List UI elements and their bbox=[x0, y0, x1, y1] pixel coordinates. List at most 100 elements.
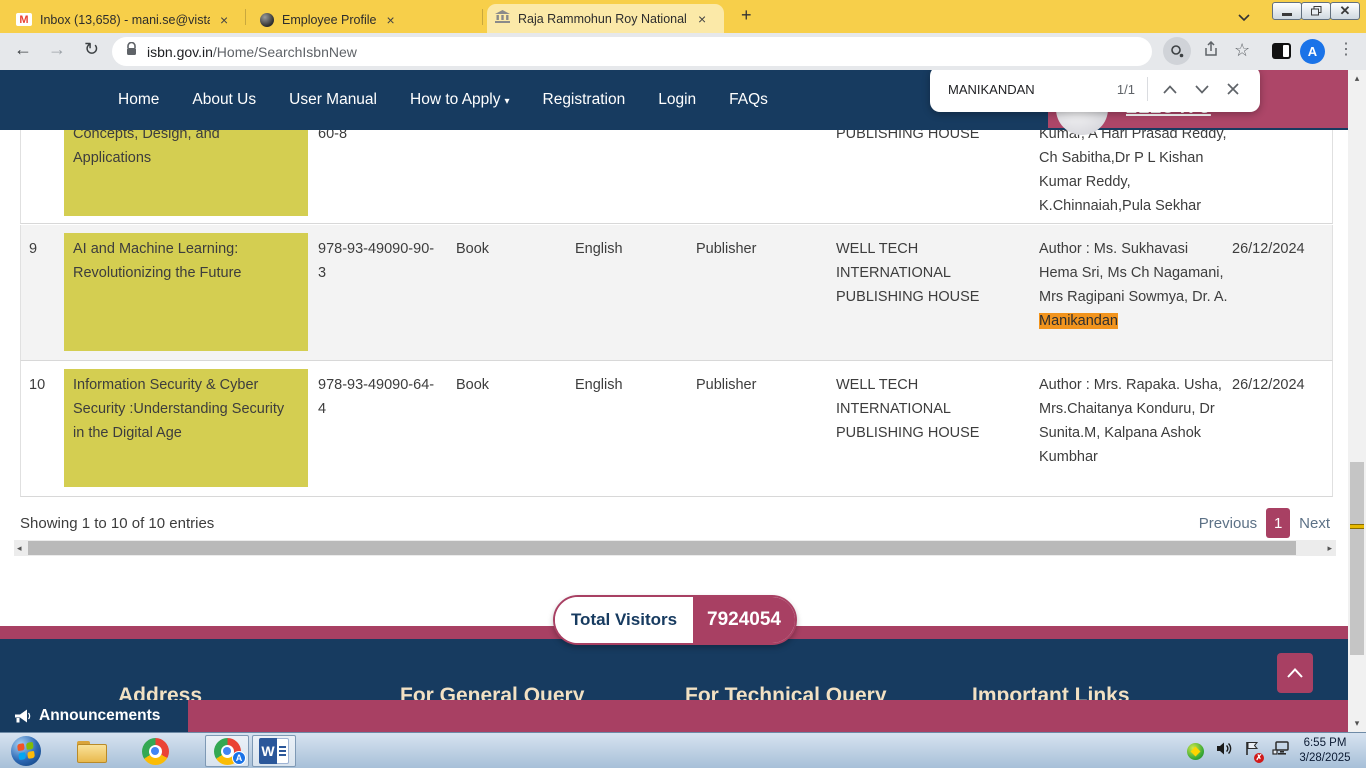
action-center-flag-icon[interactable]: ✗ bbox=[1245, 741, 1260, 761]
nav-item-login[interactable]: Login bbox=[658, 91, 696, 109]
scroll-left-arrow[interactable]: ◂ bbox=[17, 543, 22, 554]
nav-item-about-us[interactable]: About Us bbox=[192, 91, 256, 109]
vertical-scrollbar-thumb[interactable] bbox=[1350, 462, 1364, 655]
minimize-button[interactable] bbox=[1272, 2, 1302, 20]
chrome-button[interactable] bbox=[138, 736, 172, 766]
globe-icon bbox=[260, 13, 274, 27]
file-explorer-button[interactable] bbox=[74, 736, 108, 766]
lens-icon bbox=[1170, 44, 1184, 58]
find-next-button[interactable] bbox=[1186, 79, 1218, 100]
pagination: Previous 1 Next bbox=[1199, 508, 1330, 538]
pagination-previous[interactable]: Previous bbox=[1199, 515, 1257, 532]
address-bar[interactable]: isbn.gov.in/Home/SearchIsbnNew bbox=[112, 37, 1152, 66]
lens-search-button[interactable] bbox=[1163, 37, 1191, 65]
tab-isbn-active[interactable]: Raja Rammohun Roy National Ag × bbox=[487, 4, 724, 33]
find-input[interactable]: MANIKANDAN bbox=[948, 82, 1117, 97]
total-visitors-count: 7924054 bbox=[693, 597, 795, 643]
clock-date: 3/28/2025 bbox=[1292, 751, 1358, 766]
scroll-up-arrow[interactable]: ▴ bbox=[1348, 73, 1366, 84]
word-icon: W bbox=[259, 738, 289, 764]
cell-date: 26/12/2024 bbox=[1232, 237, 1327, 261]
forward-button[interactable]: → bbox=[48, 39, 66, 60]
windows-logo-icon bbox=[11, 736, 41, 766]
cell-isbn: 978-93-49090-64-4 bbox=[318, 373, 440, 421]
total-visitors-label: Total Visitors bbox=[555, 597, 693, 643]
new-tab-button[interactable]: + bbox=[741, 5, 752, 26]
tab-gmail[interactable]: M Inbox (13,658) - mani.se@vistas.a × bbox=[8, 6, 240, 33]
cell-authors: Author : Ms. Sukhavasi Hema Sri, Ms Ch N… bbox=[1039, 237, 1229, 333]
back-button[interactable]: ← bbox=[14, 39, 32, 60]
table-row: 10 Information Security & Cyber Security… bbox=[20, 361, 1333, 497]
table-info: Showing 1 to 10 of 10 entries bbox=[20, 515, 214, 532]
tab-separator bbox=[482, 9, 483, 25]
error-badge: ✗ bbox=[1254, 753, 1264, 763]
cell-authors: Kumar, A Hari Prasad Reddy, Ch Sabitha,D… bbox=[1039, 122, 1229, 218]
megaphone-icon bbox=[14, 709, 31, 724]
cell-date: 26/12/2024 bbox=[1232, 373, 1327, 397]
cell-type: Book bbox=[456, 373, 556, 397]
scroll-right-arrow[interactable]: ▸ bbox=[1327, 543, 1332, 554]
side-panel-button[interactable] bbox=[1272, 43, 1291, 59]
chrome-profile-window-button[interactable]: A bbox=[205, 735, 249, 767]
network-icon[interactable] bbox=[1272, 741, 1290, 761]
word-window-button[interactable]: W bbox=[252, 735, 296, 767]
clock-time: 6:55 PM bbox=[1292, 736, 1358, 751]
announcements-ticker bbox=[188, 700, 1348, 732]
nav-item-how-to-apply[interactable]: How to Apply▾ bbox=[410, 91, 510, 109]
chevron-up-icon bbox=[1163, 85, 1177, 94]
windows-taskbar: A W ✗ 6:55 PM 3/28/2025 bbox=[0, 732, 1366, 768]
find-match-marker bbox=[1350, 524, 1364, 529]
cell-publisher: WELL TECH INTERNATIONAL PUBLISHING HOUSE bbox=[836, 373, 1031, 445]
tab-title: Employee Profile bbox=[282, 13, 377, 27]
taskbar-clock[interactable]: 6:55 PM 3/28/2025 bbox=[1292, 736, 1358, 766]
gmail-icon: M bbox=[16, 13, 32, 26]
nav-item-user-manual[interactable]: User Manual bbox=[289, 91, 377, 109]
cell-authors: Author : Mrs. Rapaka. Usha, Mrs.Chaitany… bbox=[1039, 373, 1229, 469]
browser-tab-strip: M Inbox (13,658) - mani.se@vistas.a × Em… bbox=[0, 0, 1366, 33]
restore-icon bbox=[1311, 6, 1322, 16]
nav-item-registration[interactable]: Registration bbox=[543, 91, 626, 109]
start-button[interactable] bbox=[10, 736, 42, 766]
tab-close-icon[interactable]: × bbox=[696, 12, 708, 26]
window-controls: ✕ bbox=[1273, 2, 1360, 20]
cell-row-number: 9 bbox=[29, 237, 63, 261]
system-tray: ✗ bbox=[1187, 733, 1290, 769]
cell-applicant-type: Publisher bbox=[696, 237, 816, 261]
profile-avatar[interactable]: A bbox=[1300, 39, 1325, 64]
vertical-scrollbar: ▴ ▾ bbox=[1348, 70, 1366, 732]
antivirus-tray-icon[interactable] bbox=[1187, 743, 1204, 760]
announcements-bar: Announcements bbox=[0, 700, 1348, 732]
reload-button[interactable]: ↻ bbox=[84, 39, 99, 60]
cell-title: Information Security & Cyber Security :U… bbox=[73, 373, 299, 445]
nav-item-home[interactable]: Home bbox=[118, 91, 159, 109]
close-icon bbox=[1227, 83, 1239, 95]
tab-close-icon[interactable]: × bbox=[385, 13, 397, 27]
kebab-menu-icon[interactable]: ⋮ bbox=[1338, 39, 1354, 59]
divider bbox=[1147, 77, 1148, 101]
volume-icon[interactable] bbox=[1216, 741, 1233, 761]
tab-search-chevron-icon[interactable] bbox=[1238, 9, 1250, 27]
scroll-down-arrow[interactable]: ▾ bbox=[1348, 718, 1366, 729]
horizontal-scrollbar-thumb[interactable] bbox=[28, 541, 1296, 555]
tab-separator bbox=[245, 9, 246, 25]
nav-item-faqs[interactable]: FAQs bbox=[729, 91, 768, 109]
find-previous-button[interactable] bbox=[1154, 79, 1186, 100]
pagination-page-1[interactable]: 1 bbox=[1266, 508, 1290, 538]
cell-isbn: 978-93-49090-90-3 bbox=[318, 237, 440, 285]
horizontal-scrollbar: ◂ ▸ bbox=[14, 540, 1336, 556]
bookmark-star-icon[interactable]: ☆ bbox=[1234, 40, 1250, 61]
find-bar: MANIKANDAN 1/1 bbox=[930, 66, 1260, 112]
tab-close-icon[interactable]: × bbox=[218, 13, 230, 27]
back-to-top-button[interactable] bbox=[1277, 653, 1313, 693]
share-button[interactable] bbox=[1203, 41, 1219, 62]
pagination-next[interactable]: Next bbox=[1299, 515, 1330, 532]
announcements-label: Announcements bbox=[0, 700, 188, 732]
tab-employee-profile[interactable]: Employee Profile × bbox=[252, 6, 478, 33]
table-row: 9 AI and Machine Learning: Revolutionizi… bbox=[20, 225, 1333, 361]
chrome-icon bbox=[142, 738, 169, 765]
close-button[interactable]: ✕ bbox=[1330, 2, 1360, 20]
restore-button[interactable] bbox=[1301, 2, 1331, 20]
cell-applicant-type: Publisher bbox=[696, 373, 816, 397]
find-close-button[interactable] bbox=[1218, 77, 1248, 101]
cell-row-number: 10 bbox=[29, 373, 63, 397]
